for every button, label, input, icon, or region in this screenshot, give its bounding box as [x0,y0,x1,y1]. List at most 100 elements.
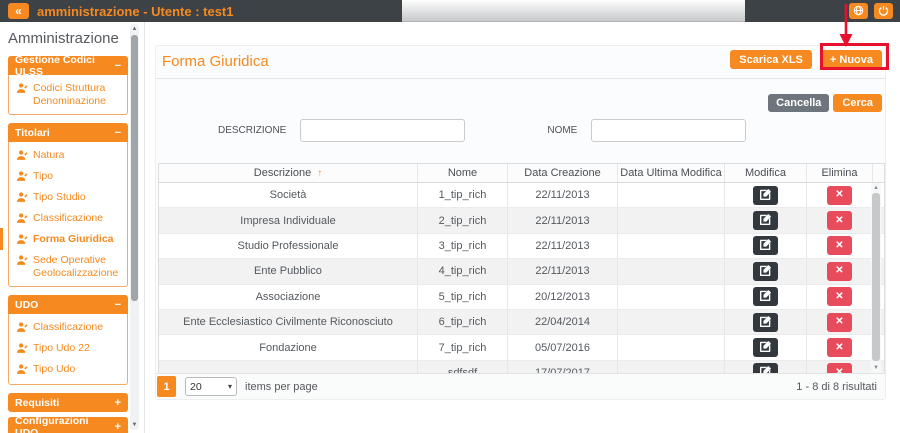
sidebar-panel-header-gestione-codici-ulss[interactable]: Gestione Codici ULSS− [8,56,128,75]
user-edit-icon [17,150,28,164]
table-row: Impresa Individuale2_tip_rich22/11/2013✕ [159,208,884,233]
sidebar-item-classificazione[interactable]: Classificazione [9,318,127,339]
sidebar-scrollbar[interactable]: ▲ ▼ [130,24,139,430]
table-body: Società1_tip_rich22/11/2013✕Impresa Indi… [159,183,884,375]
scrollbar-thumb[interactable] [872,193,880,361]
descrizione-input[interactable] [300,119,465,142]
cell-data-creazione: 22/11/2013 [508,208,618,232]
delete-row-button[interactable]: ✕ [827,211,852,230]
sidebar-panel-header-requisiti[interactable]: Requisiti+ [8,393,128,412]
pagination-bar: 1 20 ▾ items per page 1 - 8 di 8 risulta… [156,373,885,399]
sort-ascending-icon[interactable]: ↑ [317,168,322,179]
table-row: Fondazione7_tip_rich05/07/2016✕ [159,335,884,360]
collapse-sidebar-button[interactable]: « [8,3,29,19]
sidebar-panel-gestione-codici-ulss: Gestione Codici ULSS− Codici Struttura De… [8,56,128,115]
cell-nome: 5_tip_rich [418,285,508,309]
delete-row-button[interactable]: ✕ [827,236,852,255]
column-header-nome[interactable]: Nome [418,164,508,182]
column-header-modifica[interactable]: Modifica [725,164,807,182]
sidebar-item-tipo-udo-22[interactable]: Tipo Udo 22 [9,339,127,360]
cell-data-creazione: 22/11/2013 [508,183,618,207]
panel-body: Codici Struttura Denominazione [8,75,128,115]
cell-descrizione: Ente Ecclesiastico Civilmente Riconosciu… [159,310,418,334]
page-1-button[interactable]: 1 [157,376,176,397]
sidebar-panel-header-udo[interactable]: UDO− [8,295,128,314]
table-scrollbar[interactable]: ▲ ▼ [871,183,881,373]
cell-elimina: ✕ [807,310,873,334]
app-window: « amministrazione - Utente : test1 [0,0,900,433]
x-icon: ✕ [835,215,843,226]
edit-pencil-icon [760,264,771,279]
collapse-minus-icon[interactable]: − [115,299,121,311]
delete-row-button[interactable]: ✕ [827,186,852,205]
edit-row-button[interactable] [753,211,778,230]
edit-row-button[interactable] [753,262,778,281]
top-bar-right [745,0,900,22]
scarica-xls-button[interactable]: Scarica XLS [730,50,812,69]
delete-row-button[interactable]: ✕ [827,262,852,281]
sidebar-panel-header-titolari[interactable]: Titolari − [8,123,128,142]
x-icon: ✕ [835,316,843,327]
user-edit-icon [17,171,28,185]
sidebar-item-sede-operative-geolocalizzazione[interactable]: Sede Operative Geolocalizzazione [9,251,127,283]
cerca-button[interactable]: Cerca [833,94,882,112]
power-icon [878,4,889,19]
column-header-elimina[interactable]: Elimina [807,164,873,182]
language-globe-button[interactable] [849,3,868,19]
sidebar-panel-header-configurazioni-udo[interactable]: Configurazioni UDO+ [8,417,128,433]
table-row: Società1_tip_rich22/11/2013✕ [159,183,884,208]
sidebar-item-forma-giuridica[interactable]: Forma Giuridica [9,230,127,251]
scrollbar-thumb[interactable] [131,35,138,301]
collapse-minus-icon[interactable]: − [115,60,121,72]
cancella-button[interactable]: Cancella [768,94,829,112]
sidebar-item-codici-struttura-denominazione[interactable]: Codici Struttura Denominazione [9,79,127,111]
cell-data-ultima-modifica [618,208,725,232]
column-header-descrizione[interactable]: Descrizione↑ [159,164,418,182]
sidebar-item-label: Sede Operative Geolocalizzazione [33,254,123,280]
page-size-select[interactable]: 20 ▾ [185,377,237,396]
collapse-minus-icon[interactable]: − [115,127,121,139]
sidebar-panels: Gestione Codici ULSS− Codici Struttura De… [8,56,144,433]
nome-input[interactable] [591,119,746,142]
panel-header-label: Titolari [15,127,50,139]
edit-row-button[interactable] [753,313,778,332]
expand-plus-icon[interactable]: + [115,397,121,409]
column-header-data-ultima-modifica[interactable]: Data Ultima Modifica [618,164,725,182]
edit-row-button[interactable] [753,186,778,205]
sidebar-item-label: Classificazione [33,321,103,334]
logout-power-button[interactable] [874,3,893,19]
scroll-up-icon[interactable]: ▲ [130,25,139,33]
cell-elimina: ✕ [807,285,873,309]
sidebar-panel-requisiti: Requisiti+ [8,393,128,412]
delete-row-button[interactable]: ✕ [827,338,852,357]
edit-pencil-icon [760,188,771,203]
expand-plus-icon[interactable]: + [115,421,121,433]
scroll-down-icon[interactable]: ▼ [871,364,881,372]
sidebar-item-tipo-udo[interactable]: Tipo Udo [9,360,127,381]
sidebar-item-classificazione[interactable]: Classificazione [9,209,127,230]
scroll-up-icon[interactable]: ▲ [871,184,881,192]
user-edit-icon [17,255,28,269]
cell-descrizione: Ente Pubblico [159,259,418,283]
user-edit-icon [17,364,28,378]
nuova-button[interactable]: + Nuova [821,50,882,69]
column-header-data-creazione[interactable]: Data Creazione [508,164,618,182]
scroll-down-icon[interactable]: ▼ [130,421,139,429]
delete-row-button[interactable]: ✕ [827,287,852,306]
delete-row-button[interactable]: ✕ [827,313,852,332]
cell-data-ultima-modifica [618,285,725,309]
sidebar-item-tipo-studio[interactable]: Tipo Studio [9,188,127,209]
edit-row-button[interactable] [753,287,778,306]
edit-row-button[interactable] [753,338,778,357]
nuova-button-label: Nuova [839,54,873,66]
sidebar-item-label: Tipo Studio [33,191,86,204]
chevron-down-icon: ▾ [228,382,232,391]
cell-nome: 3_tip_rich [418,234,508,258]
descrizione-field-group: DESCRIZIONE [218,119,465,142]
user-edit-icon [17,83,28,97]
sidebar-item-natura[interactable]: Natura [9,146,127,167]
sidebar-item-tipo[interactable]: Tipo [9,167,127,188]
column-header-label: Elimina [821,167,857,179]
cell-elimina: ✕ [807,183,873,207]
edit-row-button[interactable] [753,236,778,255]
